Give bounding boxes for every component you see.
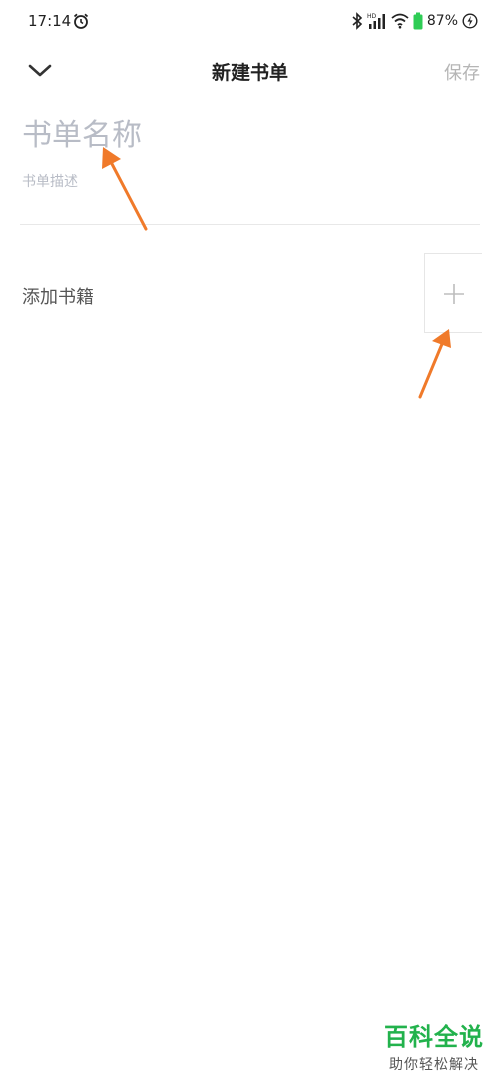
page-title: 新建书单 — [211, 62, 288, 84]
plus-icon — [444, 284, 464, 304]
alarm-icon — [73, 13, 89, 29]
status-icons: HD 87% — [351, 10, 478, 32]
booklist-description-input[interactable] — [22, 170, 462, 192]
wifi-icon — [391, 13, 409, 29]
divider — [20, 224, 480, 225]
hd-signal-icon: HD — [367, 13, 385, 29]
bluetooth-icon — [352, 12, 363, 30]
status-bar: 17:14 HD 87% — [0, 0, 500, 44]
watermark-title: 百科全说 — [384, 1023, 484, 1051]
battery-icon — [413, 12, 423, 30]
add-books-label: 添加书籍 — [22, 287, 94, 308]
save-button[interactable]: 保存 — [444, 59, 480, 85]
battery-percent: 87% — [426, 13, 458, 29]
annotation-arrow-add — [418, 329, 451, 399]
watermark-subtitle: 助你轻松解决 — [389, 1057, 479, 1073]
status-time: 17:14 — [28, 12, 72, 30]
charging-icon — [462, 13, 478, 29]
annotation-arrows — [102, 147, 451, 399]
add-book-button[interactable] — [424, 253, 482, 333]
svg-text:HD: HD — [367, 13, 377, 20]
watermark: 百科全说 助你轻松解决 — [384, 1017, 484, 1074]
booklist-name-input[interactable] — [22, 112, 462, 158]
nav-bar: 新建书单 保存 — [0, 44, 500, 98]
